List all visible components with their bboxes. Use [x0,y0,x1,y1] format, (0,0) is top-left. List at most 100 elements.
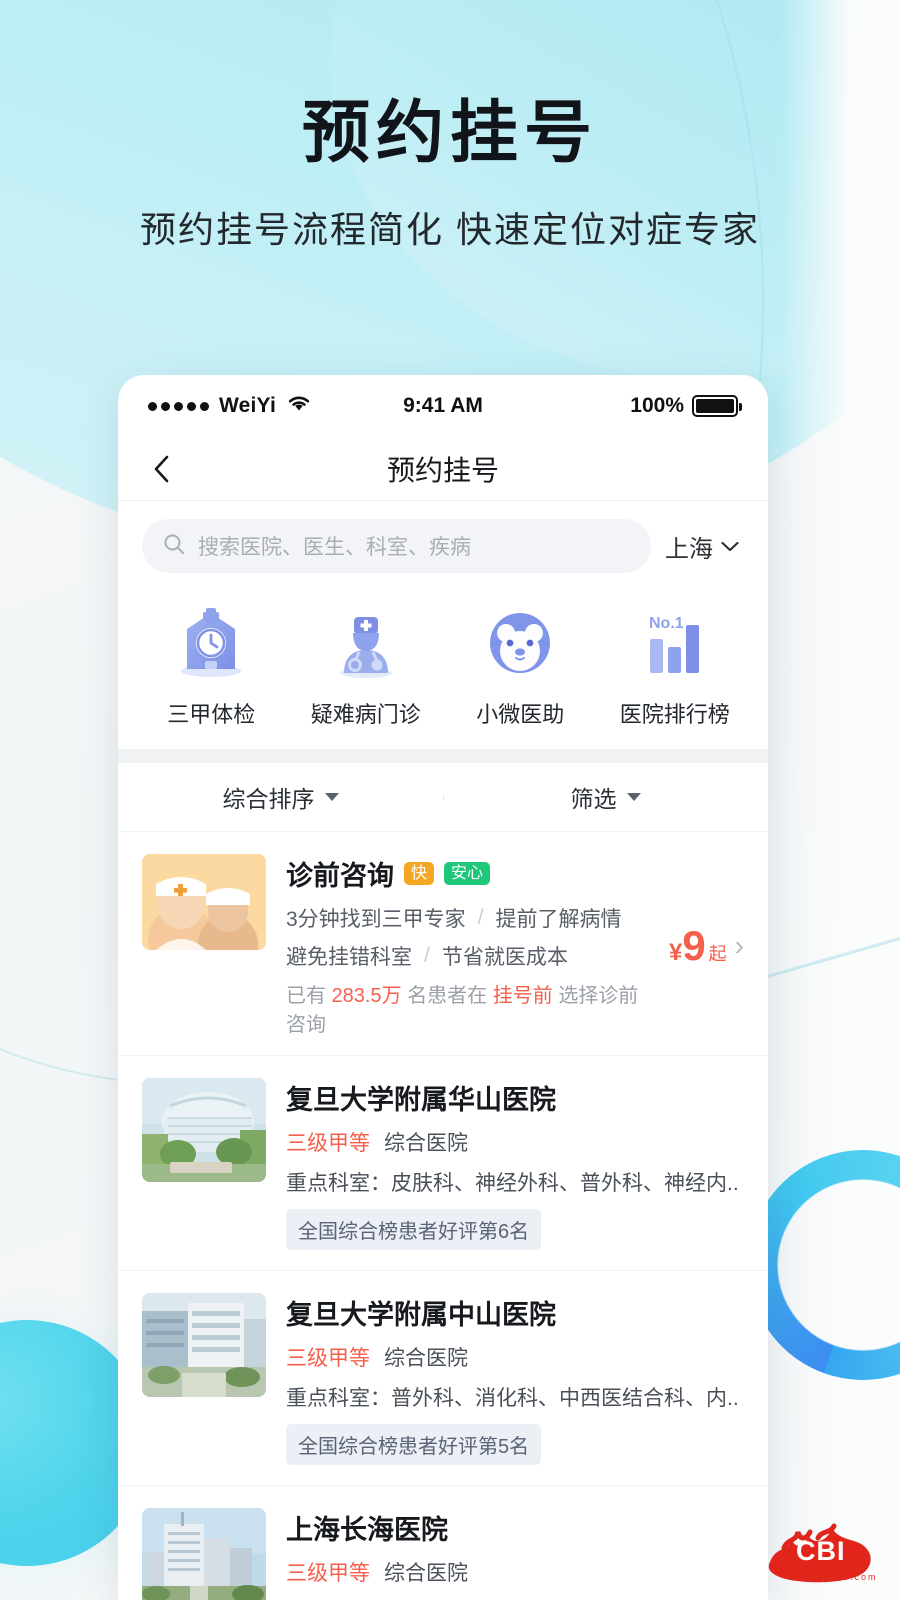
search-input[interactable]: 搜索医院、医生、科室、疾病 [142,519,651,573]
hospital-type: 综合医院 [384,1347,468,1370]
hospital-departments: 重点科室：皮肤科、神经外科、普外科、神经内.. [286,1172,739,1195]
hospital-level: 三级甲等 [286,1132,370,1155]
category-label: 疑难病门诊 [310,702,421,727]
status-bar-time: 9:41 AM [403,394,483,417]
stat-middle: 名患者在 [407,985,488,1007]
hero-subtitle: 预约挂号流程简化 快速定位对症专家 [139,208,760,250]
hospital-info: 复旦大学附属中山医院 三级甲等 综合医院 重点科室：普外科、消化科、中西医结合科… [286,1293,744,1465]
feature-separator: / [477,906,484,929]
hospital-departments: 重点科室：普外科、消化科、中西医结合科、内.. [286,1387,739,1410]
feature-1a: 3分钟找到三甲专家 [286,908,466,931]
hospital-ranking-tag: 全国综合榜患者好评第5名 [286,1424,542,1465]
hospital-level: 三级甲等 [286,1562,370,1585]
svg-text:No.1: No.1 [649,615,684,632]
city-selector[interactable]: 上海 [665,529,744,564]
hospital-meta: 三级甲等 综合医院 [286,1127,744,1157]
chevron-down-icon [720,532,740,560]
pre-consultation-stat: 已有 283.5万 名患者在 挂号前 选择诊前咨询 [286,979,645,1037]
caret-down-icon [324,793,339,801]
hospital-name: 复旦大学附属中山医院 [286,1300,556,1330]
category-grid: 三甲体检 疑难病门诊 小微医助 No.1 医院排行榜 [118,587,768,749]
price-value: 9 [682,921,706,969]
feature-2a: 避免挂错科室 [286,946,412,969]
watermark-text: CBI [796,1536,846,1566]
search-icon [162,532,186,561]
price-currency: ¥ [668,938,683,966]
watermark-subtext: cbigame.com [802,1572,878,1582]
stat-count: 283.5万 [331,985,402,1007]
category-label: 小微医助 [476,702,565,727]
wifi-icon [286,393,312,419]
badge-fast: 快 [404,861,435,886]
battery-icon [692,395,742,417]
cbi-flame-logo-icon: CBI cbigame.com [762,1522,882,1584]
hospital-meta: 三级甲等 综合医院 [286,1557,744,1587]
chevron-left-icon [154,455,169,482]
status-bar-left: WeiYi [148,393,403,419]
hospital-name: 上海长海医院 [286,1515,448,1545]
filter-button[interactable]: 筛选 [443,780,768,814]
doctor-icon [324,601,408,685]
hospital-clock-icon [169,601,253,685]
category-label: 医院排行榜 [619,702,730,727]
hospital-level: 三级甲等 [286,1347,370,1370]
pre-consultation-title-row: 诊前咨询 快 安心 [286,854,645,893]
badge-safe: 安心 [444,861,491,886]
category-label: 三甲体检 [167,702,256,727]
search-placeholder: 搜索医院、医生、科室、疾病 [198,536,471,559]
price-block: ¥ 9 起 [668,921,727,969]
category-item-difficult-disease[interactable]: 疑难病门诊 [289,601,444,729]
bear-assistant-icon [478,601,562,685]
watermark: CBI cbigame.com [762,1522,882,1584]
price-unit: 起 [708,943,727,964]
category-item-assistant[interactable]: 小微医助 [443,601,598,729]
hospital-ranking-tag: 全国综合榜患者好评第6名 [286,1209,542,1250]
hospital-type: 综合医院 [384,1562,468,1585]
hero-section: 预约挂号 预约挂号流程简化 快速定位对症专家 [0,96,900,253]
pre-consultation-price-area[interactable]: ¥ 9 起 › [665,921,744,969]
hospital-list-item[interactable]: 上海长海医院 三级甲等 综合医院 重点科室：消化内科、泌尿外科、烧伤外科、心.. [118,1486,768,1600]
pre-consultation-body: 诊前咨询 快 安心 3分钟找到三甲专家 / 提前了解病情 避免挂错科室 / 节省… [286,854,645,1037]
filter-label: 筛选 [570,786,617,812]
hospital-name: 复旦大学附属华山医院 [286,1085,556,1115]
phone-mockup: WeiYi 9:41 AM 100% 预约挂号 搜索医院、医生、科室、疾病 上海… [118,375,768,1600]
search-row: 搜索医院、医生、科室、疾病 上海 [118,501,768,587]
city-name: 上海 [665,535,713,563]
sort-filter-bar: 综合排序 筛选 [118,763,768,832]
category-item-ranking[interactable]: No.1 医院排行榜 [598,601,753,729]
pre-consultation-feature-line-1: 3分钟找到三甲专家 / 提前了解病情 [286,903,645,933]
hospital-info: 上海长海医院 三级甲等 综合医院 重点科室：消化内科、泌尿外科、烧伤外科、心.. [286,1508,744,1600]
doctors-illustration [142,854,266,950]
hospital-meta: 三级甲等 综合医院 [286,1342,744,1372]
stat-highlight: 挂号前 [492,985,553,1007]
hero-title: 预约挂号 [301,95,598,171]
feature-2b: 节省就医成本 [441,946,568,969]
hospital-type: 综合医院 [384,1132,468,1155]
hospital-info: 复旦大学附属华山医院 三级甲等 综合医院 重点科室：皮肤科、神经外科、普外科、神… [286,1078,744,1250]
back-button[interactable] [144,452,178,486]
hospital-photo [142,1293,266,1397]
hospital-photo [142,1078,266,1182]
hospital-photo [142,1508,266,1600]
carrier-name: WeiYi [219,394,277,417]
section-divider [118,749,768,763]
pre-consultation-feature-line-2: 避免挂错科室 / 节省就医成本 [286,941,645,971]
pre-consultation-title: 诊前咨询 [286,861,394,891]
hospital-list-item[interactable]: 复旦大学附属中山医院 三级甲等 综合医院 重点科室：普外科、消化科、中西医结合科… [118,1271,768,1486]
chevron-right-icon: › [734,929,744,961]
nav-bar: 预约挂号 [118,437,768,501]
category-item-physical-exam[interactable]: 三甲体检 [134,601,289,729]
caret-down-icon [626,793,641,801]
hospital-list-item[interactable]: 复旦大学附属华山医院 三级甲等 综合医院 重点科室：皮肤科、神经外科、普外科、神… [118,1056,768,1271]
blue-ring-decoration [748,1150,900,1380]
status-bar: WeiYi 9:41 AM 100% [118,375,768,437]
feature-separator: / [424,944,430,967]
pre-consultation-card[interactable]: 诊前咨询 快 安心 3分钟找到三甲专家 / 提前了解病情 避免挂错科室 / 节省… [118,832,768,1056]
stat-prefix: 已有 [286,985,326,1007]
sort-button[interactable]: 综合排序 [118,780,443,814]
battery-percent: 100% [630,394,684,417]
page-title: 预约挂号 [386,454,499,486]
signal-dots-icon [148,401,209,411]
feature-1b: 提前了解病情 [495,908,622,931]
sort-label: 综合排序 [222,786,315,812]
